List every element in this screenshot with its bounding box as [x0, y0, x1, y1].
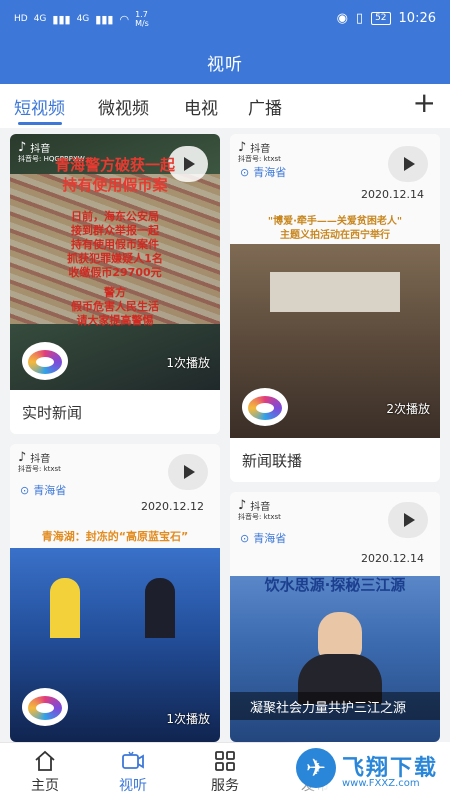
watermark-logo-icon: ✈	[296, 748, 336, 788]
signal-icon-2: ▮▮▮	[95, 12, 114, 26]
video-title[interactable]: 新闻联播	[242, 450, 302, 471]
tab-short-video[interactable]: 短视频	[14, 94, 65, 119]
add-tab-icon[interactable]: +	[413, 88, 436, 118]
play-count: 1次播放	[166, 712, 210, 726]
video-headline: 饮水思源·探秘三江源	[264, 576, 406, 594]
signal-4g-2: 4G	[76, 13, 90, 24]
douyin-id: 抖音号: ktxst	[238, 155, 281, 163]
location-icon: ⊙	[20, 483, 30, 497]
location: ⊙ 青海省	[240, 531, 287, 546]
play-count: 2次播放	[386, 402, 430, 416]
anchor-figure-2	[145, 578, 175, 638]
vibrate-icon: ▯	[355, 11, 364, 26]
video-thumbnail-1[interactable]: ♪ 抖音 抖音号: HQGPBPXW 青海警方破获一起 持有使用假币案 日前，海东…	[10, 134, 220, 390]
play-count: 1次播放	[166, 356, 210, 370]
video-thumbnail-2[interactable]: ♪ 抖音 抖音号: ktxst ⊙ 青海省 2020.12.14 "博爱·牵手——关…	[230, 134, 440, 438]
channel-logo	[22, 342, 68, 380]
hd-label-1: HD	[14, 13, 28, 24]
nav-audio-video[interactable]: 视听	[98, 749, 168, 795]
video-card-1[interactable]: ♪ 抖音 抖音号: HQGPBPXW 青海警方破获一起 持有使用假币案 日前，海东…	[10, 134, 220, 434]
video-date: 2020.12.14	[361, 188, 424, 201]
douyin-badge: ♪ 抖音	[18, 450, 51, 465]
channel-logo	[242, 388, 288, 426]
signal-4g-1: 4G	[33, 13, 47, 24]
tiktok-icon: ♪	[18, 140, 27, 155]
wifi-icon: ◠	[119, 12, 130, 26]
video-thumbnail-4[interactable]: ♪ 抖音 抖音号: ktxst ⊙ 青海省 2020.12.14 饮水思源·探秘三江…	[230, 492, 440, 742]
clock: 10:26	[398, 11, 436, 26]
nav-services[interactable]: 服务	[190, 749, 260, 795]
video-title[interactable]: 凝聚社会力量共护三江之源	[250, 697, 406, 716]
douyin-id: 抖音号: ktxst	[18, 465, 61, 473]
tiktok-icon: ♪	[238, 498, 247, 513]
douyin-badge: ♪ 抖音	[18, 140, 51, 155]
video-headline: 青海湖：封冻的“高原蓝宝石”	[41, 530, 189, 543]
video-card-3[interactable]: ♪ 抖音 抖音号: ktxst ⊙ 青海省 2020.12.12 青海湖：封冻的“高…	[10, 444, 220, 742]
video-date: 2020.12.14	[361, 552, 424, 565]
douyin-badge: ♪ 抖音	[238, 498, 271, 513]
tiktok-icon: ♪	[238, 140, 247, 155]
watermark-url: www.FXXZ.com	[342, 778, 420, 789]
video-date: 2020.12.12	[141, 500, 204, 513]
channel-logo	[22, 688, 68, 726]
play-button[interactable]	[168, 454, 208, 490]
douyin-badge: ♪ 抖音	[238, 140, 271, 155]
nav-home[interactable]: 主页	[10, 749, 80, 795]
battery-indicator: 52	[371, 12, 391, 25]
video-thumbnail-3[interactable]: ♪ 抖音 抖音号: ktxst ⊙ 青海省 2020.12.12 青海湖：封冻的“高…	[10, 444, 220, 742]
headline-line-2: 持有使用假币案	[62, 176, 168, 194]
tab-tv[interactable]: 电视	[184, 94, 218, 119]
location-icon: ⊙	[240, 531, 250, 545]
eye-icon: ◉	[336, 11, 348, 26]
tab-micro-video[interactable]: 微视频	[98, 94, 149, 119]
location: ⊙ 青海省	[20, 483, 67, 498]
video-card-2[interactable]: ♪ 抖音 抖音号: ktxst ⊙ 青海省 2020.12.14 "博爱·牵手——关…	[230, 134, 440, 482]
headline-line-1: 青海警方破获一起	[54, 156, 175, 174]
signal-icon: ▮▮▮	[52, 12, 71, 26]
douyin-id: 抖音号: ktxst	[238, 513, 281, 521]
location: ⊙ 青海省	[240, 165, 287, 180]
home-icon	[33, 749, 57, 773]
play-button[interactable]	[388, 146, 428, 182]
video-title[interactable]: 实时新闻	[22, 402, 82, 423]
projector-screen	[270, 272, 400, 312]
status-bar: HD 4G ▮▮▮ 4G ▮▮▮ ◠ 1.7 M/s ◉ ▯ 52 10:26	[0, 0, 450, 36]
video-icon	[121, 749, 145, 773]
watermark: ✈ 飞翔下载 www.FXXZ.com	[280, 742, 450, 800]
page-title: 视听	[207, 55, 243, 75]
tiktok-icon: ♪	[18, 450, 27, 465]
active-tab-indicator	[18, 122, 62, 125]
location-icon: ⊙	[240, 165, 250, 179]
category-tabs: 短视频 微视频 电视 广播 +	[0, 84, 450, 128]
banner-line-1: "博爱·牵手——关爱贫困老人"	[267, 216, 403, 227]
tab-radio[interactable]: 广播	[248, 94, 282, 119]
play-button[interactable]	[388, 502, 428, 538]
top-bar: HD 4G ▮▮▮ 4G ▮▮▮ ◠ 1.7 M/s ◉ ▯ 52 10:26 视…	[0, 0, 450, 84]
anchor-figure-1	[50, 578, 80, 638]
net-speed: 1.7 M/s	[135, 10, 149, 28]
headline-body: 日前，海东公安局 接到群众举报一起 持有使用假币案件 抓获犯罪嫌疑人1名 收缴假…	[67, 210, 163, 327]
video-card-4[interactable]: ♪ 抖音 抖音号: ktxst ⊙ 青海省 2020.12.14 饮水思源·探秘三江…	[230, 492, 440, 742]
banner-line-2: 主题义拍活动在西宁举行	[280, 230, 390, 241]
grid-icon	[213, 749, 237, 773]
